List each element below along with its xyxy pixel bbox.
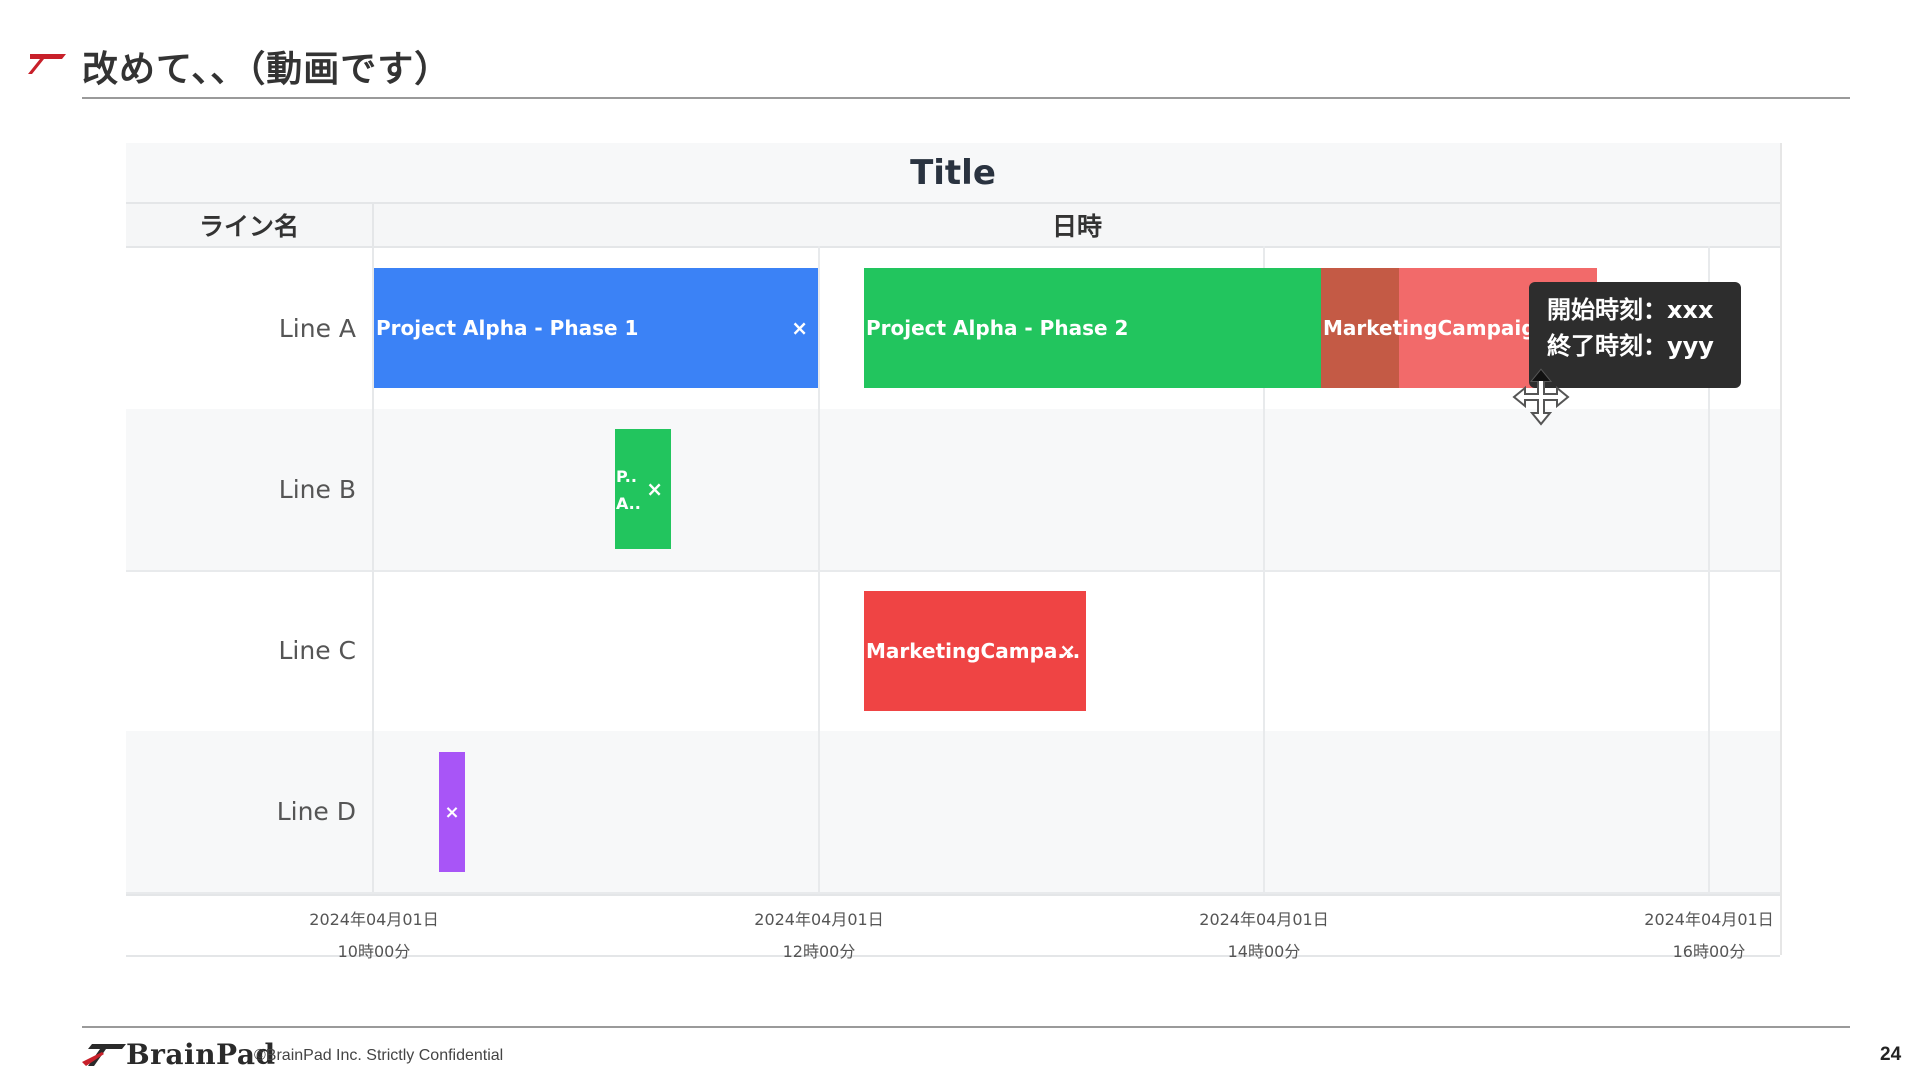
brainpad-logo: BrainPad (82, 1038, 275, 1072)
gantt-title-bar: Title (126, 143, 1780, 204)
slide-title: 改めて、、（動画です） (82, 49, 452, 90)
close-icon[interactable]: × (444, 802, 459, 823)
bar-label: Project Alpha - Phase 1 (376, 316, 639, 340)
header-line-name: ライン名 (126, 204, 374, 246)
gantt-row-line-d: Line D (126, 731, 1780, 894)
brand-mark-icon (82, 1044, 126, 1066)
close-icon[interactable]: × (1059, 639, 1076, 663)
gantt-title: Title (910, 152, 996, 193)
gantt-header-row: ライン名 日時 (126, 204, 1780, 248)
header-datetime: 日時 (1051, 212, 1102, 241)
axis-tick: 2024年04月01日 12時00分 (754, 910, 884, 961)
gantt-bar-alpha-phase1[interactable]: Project Alpha - Phase 1 × (374, 268, 818, 388)
grid-line (818, 246, 820, 892)
bar-label: MarketingCampaign (1323, 316, 1550, 340)
bar-label: Project Alpha - Phase 2 (866, 316, 1129, 340)
time-axis: 2024年04月01日 10時00分 2024年04月01日 12時00分 2024… (126, 894, 1780, 961)
row-label: Line C (278, 636, 356, 665)
page-number: 24 (1880, 1044, 1902, 1065)
slide-header: 改めて、、（動画です） (28, 36, 1850, 100)
row-label: Line B (278, 475, 356, 504)
bar-label: MarketingCampa... (866, 639, 1081, 663)
header-divider (82, 97, 1850, 99)
move-cursor-icon (1512, 368, 1570, 426)
axis-tick: 2024年04月01日 10時00分 (309, 910, 439, 961)
row-label: Line D (276, 797, 356, 826)
brand-mark-icon (28, 54, 66, 74)
gantt-row-line-b: Line B (126, 409, 1780, 572)
footer-divider (82, 1026, 1850, 1028)
tooltip-end-time: 終了時刻：yyy (1547, 332, 1714, 360)
row-label: Line A (278, 314, 356, 343)
close-icon[interactable]: × (791, 316, 808, 340)
gantt-bar-small-line-b[interactable]: P.. A.. × (615, 429, 671, 549)
gantt-bar-alpha-phase2[interactable]: Project Alpha - Phase 2 (864, 268, 1321, 388)
footer-copyright: ©BrainPad Inc. Strictly Confidential (254, 1047, 504, 1064)
gantt-bar-marketing-campaign-line-c[interactable]: MarketingCampa... × (864, 591, 1086, 711)
axis-tick: 2024年04月01日 16時00分 (1644, 910, 1774, 961)
gantt-bar-line-d[interactable]: × (439, 752, 465, 872)
axis-tick: 2024年04月01日 14時00分 (1199, 910, 1329, 961)
close-icon[interactable]: × (646, 477, 663, 501)
gantt-chart: Title ライン名 日時 Line A Line B Line C Line … (126, 143, 1782, 961)
bar-label: P.. A.. (616, 467, 641, 513)
tooltip-start-time: 開始時刻：xxx (1547, 296, 1714, 324)
